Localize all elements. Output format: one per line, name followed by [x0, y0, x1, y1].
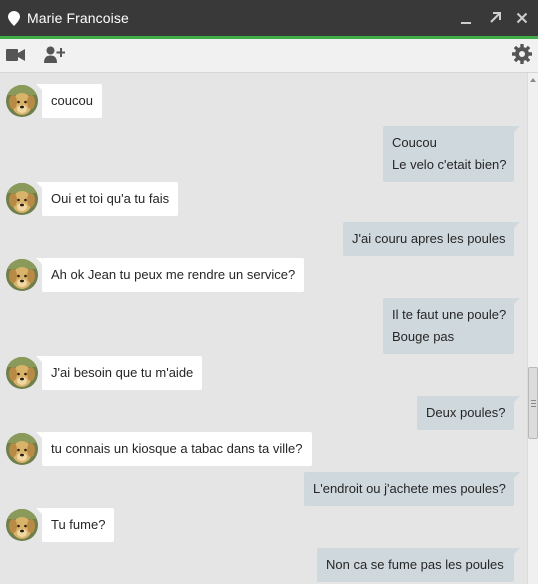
contact-avatar	[6, 433, 38, 465]
location-pin-icon	[8, 11, 20, 26]
message-text: Non ca se fume pas les poules	[326, 557, 504, 572]
close-icon[interactable]	[514, 10, 530, 26]
outgoing-message[interactable]: Coucou Le velo c'etait bien?	[383, 126, 520, 182]
incoming-message[interactable]: tu connais un kiosque a tabac dans ta vi…	[36, 432, 312, 466]
message-text: Tu fume?	[51, 517, 106, 532]
title-bar[interactable]: Marie Francoise	[0, 0, 538, 39]
message-text: coucou	[51, 93, 93, 108]
window-title: Marie Francoise	[27, 10, 129, 26]
gear-icon[interactable]	[512, 44, 532, 64]
message-text: Deux poules?	[426, 405, 506, 420]
message-text: Oui et toi qu'a tu fais	[51, 191, 170, 206]
message-list[interactable]: coucou Coucou Le velo c'etait bien? Oui …	[0, 73, 527, 584]
pop-out-icon[interactable]	[487, 10, 503, 26]
contact-avatar	[6, 85, 38, 117]
outgoing-message[interactable]: Il te faut une poule? Bouge pas	[383, 298, 520, 354]
outgoing-message[interactable]: Non ca se fume pas les poules	[317, 548, 520, 582]
outgoing-message[interactable]: Deux poules?	[417, 396, 520, 430]
incoming-message[interactable]: Ah ok Jean tu peux me rendre un service?	[35, 258, 305, 292]
scroll-up-arrow-icon[interactable]	[528, 73, 538, 87]
add-person-icon[interactable]	[44, 46, 66, 63]
contact-avatar	[6, 509, 38, 541]
outgoing-message[interactable]: L'endroit ou j'achete mes poules?	[304, 472, 520, 506]
incoming-message[interactable]: Tu fume?	[35, 508, 115, 542]
contact-avatar	[6, 357, 38, 389]
incoming-message[interactable]: Oui et toi qu'a tu fais	[35, 182, 179, 216]
scrollbar-thumb[interactable]	[528, 367, 538, 439]
outgoing-message[interactable]: J'ai couru apres les poules	[343, 222, 520, 256]
chat-toolbar	[0, 39, 538, 73]
thumb-grip	[531, 403, 536, 404]
video-camera-icon[interactable]	[6, 49, 25, 61]
message-text: Coucou	[392, 135, 437, 150]
message-text: J'ai besoin que tu m'aide	[51, 365, 194, 380]
minimize-icon[interactable]	[458, 10, 474, 26]
message-text: tu connais un kiosque a tabac dans ta vi…	[51, 441, 303, 456]
message-text: Il te faut une poule?	[392, 307, 507, 322]
thumb-grip	[531, 400, 536, 401]
thumb-grip	[531, 406, 536, 407]
message-text: J'ai couru apres les poules	[352, 231, 506, 246]
message-scrollbar[interactable]	[527, 73, 538, 584]
message-text: L'endroit ou j'achete mes poules?	[313, 481, 506, 496]
message-text: Ah ok Jean tu peux me rendre un service?	[51, 267, 296, 282]
message-text: Le velo c'etait bien?	[392, 157, 507, 172]
incoming-message[interactable]: coucou	[36, 84, 102, 118]
contact-avatar	[6, 259, 38, 291]
incoming-message[interactable]: J'ai besoin que tu m'aide	[35, 356, 203, 390]
contact-avatar	[6, 183, 38, 215]
chat-window: Marie Francoise coucou Coucou Le velo c'…	[0, 0, 538, 584]
message-text: Bouge pas	[392, 329, 455, 344]
